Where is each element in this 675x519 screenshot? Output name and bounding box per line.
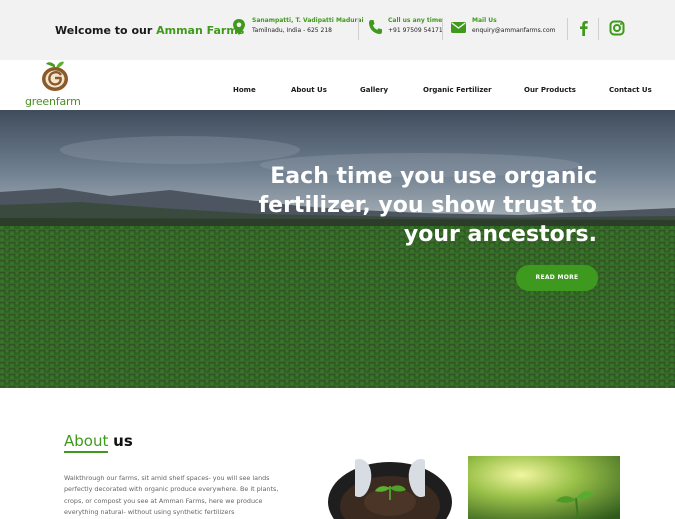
top-info-bar: Welcome to our Amman Farms Sanampatti, T… [0,0,675,60]
phone-icon [369,20,382,34]
phone-number[interactable]: +91 97509 54171 [388,26,443,35]
about-heading-part1: About [64,432,109,450]
divider [567,18,568,40]
about-heading-part2: us [113,432,133,450]
main-navbar: greenfarm Home About Us Gallery Organic … [0,60,675,110]
mail-address[interactable]: enquiry@ammanfarms.com [472,26,555,35]
nav-gallery[interactable]: Gallery [360,86,388,94]
mail-label: Mail Us [472,17,497,24]
nav-home[interactable]: Home [233,86,256,94]
divider [442,18,443,40]
nav-about-us[interactable]: About Us [291,86,327,94]
heading-underline [64,451,108,453]
nav-organic-fertilizer[interactable]: Organic Fertilizer [423,86,492,94]
about-paragraph: Walkthrough our farms, sit amid shelf sp… [64,474,279,517]
address-line2: Tamilnadu, India - 625 218 [252,27,332,34]
phone-block: Call us any time +91 97509 54171 [368,16,443,35]
about-heading: About us [64,432,133,450]
read-more-button[interactable]: READ MORE [516,265,598,291]
farm-field-image [0,110,675,388]
mail-block: Mail Us enquiry@ammanfarms.com [451,16,555,35]
hero-banner: Each time you use organic fertilizer, yo… [0,110,675,388]
nav-contact-us[interactable]: Contact Us [609,86,652,94]
address-block: Sanampatti, T. Vadipatti Madurai Tamilna… [232,16,364,35]
logo-text[interactable]: greenfarm [25,95,81,108]
welcome-text: Welcome to our Amman Farms [55,24,244,37]
map-pin-icon [233,19,245,35]
instagram-icon[interactable] [609,20,625,36]
address-line1: Sanampatti, T. Vadipatti Madurai [252,17,364,24]
hero-title: Each time you use organic fertilizer, yo… [258,164,597,247]
mail-icon [451,22,466,33]
nav-our-products[interactable]: Our Products [524,86,576,94]
facebook-icon[interactable] [576,20,592,36]
divider [358,18,359,40]
phone-label: Call us any time [388,17,443,24]
seedling-in-hands-image [327,456,453,519]
divider [598,18,599,40]
sprout-image [468,456,620,519]
welcome-prefix: Welcome to our [55,24,153,37]
